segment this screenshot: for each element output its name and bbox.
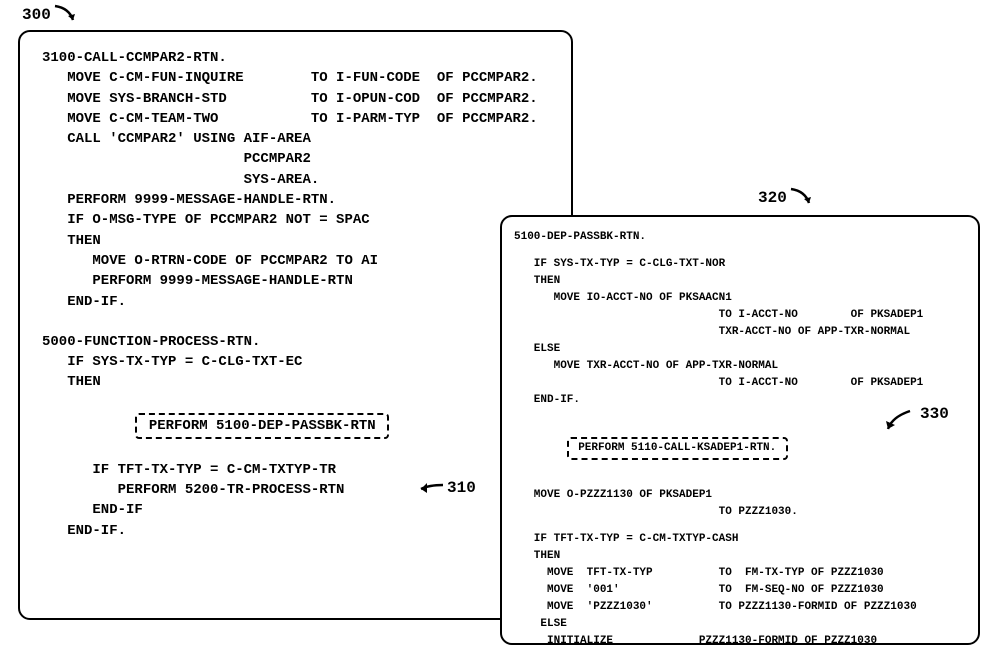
code-line: IF SYS-TX-TYP = C-CLG-TXT-NOR	[514, 256, 968, 273]
code-line: PERFORM 5200-TR-PROCESS-RTN	[42, 480, 561, 500]
highlight-5100-dep-passbk: PERFORM 5100-DEP-PASSBK-RTN	[135, 413, 389, 439]
arrow-icon	[787, 185, 819, 211]
diagram-stage: 300 320 3100-CALL-CCMPAR2-RTN. MOVE C-CM…	[0, 0, 1000, 655]
blank-line	[42, 312, 561, 322]
code-line: THEN	[514, 548, 968, 565]
code-panel-left: 3100-CALL-CCMPAR2-RTN. MOVE C-CM-FUN-INQ…	[18, 30, 573, 620]
code-line: 5100-DEP-PASSBK-RTN.	[514, 229, 968, 246]
code-line: MOVE C-CM-TEAM-TWO TO I-PARM-TYP OF PCCM…	[42, 109, 561, 129]
code-line: MOVE SYS-BRANCH-STD TO I-OPUN-COD OF PCC…	[42, 89, 561, 109]
code-line: 3100-CALL-CCMPAR2-RTN.	[42, 48, 561, 68]
code-line: MOVE TXR-ACCT-NO OF APP-TXR-NORMAL	[514, 358, 968, 375]
callout-300-label: 300	[22, 6, 51, 24]
code-line: PCCMPAR2	[42, 149, 561, 169]
code-line: END-IF.	[42, 521, 561, 541]
code-line: MOVE C-CM-FUN-INQUIRE TO I-FUN-CODE OF P…	[42, 68, 561, 88]
highlight-5110-call-ksadep1: PERFORM 5110-CALL-KSADEP1-RTN.	[567, 437, 788, 460]
code-line: END-IF	[42, 500, 561, 520]
code-line: TO I-ACCT-NO OF PKSADEP1	[514, 375, 968, 392]
code-line: SYS-AREA.	[42, 170, 561, 190]
code-line: ELSE	[514, 616, 968, 633]
callout-320: 320	[758, 185, 819, 211]
code-line: PERFORM 9999-MESSAGE-HANDLE-RTN	[42, 271, 561, 291]
code-line: TO I-ACCT-NO OF PKSADEP1	[514, 307, 968, 324]
code-line: CALL 'CCMPAR2' USING AIF-AREA	[42, 129, 561, 149]
code-line: 5000-FUNCTION-PROCESS-RTN.	[42, 332, 561, 352]
code-line: IF O-MSG-TYPE OF PCCMPAR2 NOT = SPAC	[42, 210, 561, 230]
callout-300: 300	[22, 2, 83, 28]
code-line: TXR-ACCT-NO OF APP-TXR-NORMAL	[514, 324, 968, 341]
callout-310: 310	[413, 477, 476, 499]
blank-line	[514, 521, 968, 531]
code-line: MOVE O-RTRN-CODE OF PCCMPAR2 TO AI	[42, 251, 561, 271]
arrow-icon	[413, 477, 447, 499]
code-line: IF SYS-TX-TYP = C-CLG-TXT-EC	[42, 352, 561, 372]
code-line: IF TFT-TX-TYP = C-CM-TXTYP-TR	[42, 460, 561, 480]
code-line: PERFORM 9999-MESSAGE-HANDLE-RTN.	[42, 190, 561, 210]
code-line: INITIALIZE PZZZ1130-FORMID OF PZZZ1030	[514, 633, 968, 645]
code-line: MOVE 'PZZZ1030' TO PZZZ1130-FORMID OF PZ…	[514, 599, 968, 616]
blank-line	[514, 246, 968, 256]
code-line: ELSE	[514, 341, 968, 358]
callout-320-label: 320	[758, 189, 787, 207]
code-line: THEN	[42, 372, 561, 392]
arrow-icon	[51, 2, 83, 28]
code-line: IF TFT-TX-TYP = C-CM-TXTYP-CASH	[514, 531, 968, 548]
code-line: MOVE IO-ACCT-NO OF PKSAACN1	[514, 290, 968, 307]
code-line: THEN	[42, 231, 561, 251]
code-line: THEN	[514, 273, 968, 290]
code-line: END-IF.	[42, 292, 561, 312]
code-line-highlight-wrapper: PERFORM 5100-DEP-PASSBK-RTN	[42, 393, 561, 460]
callout-330: 330	[880, 407, 949, 437]
code-line: MOVE O-PZZZ1130 OF PKSADEP1	[514, 487, 968, 504]
callout-330-label: 330	[920, 405, 949, 423]
callout-310-label: 310	[447, 479, 476, 497]
arrow-icon	[880, 407, 920, 437]
code-line: TO PZZZ1030.	[514, 504, 968, 521]
code-line: MOVE TFT-TX-TYP TO FM-TX-TYP OF PZZZ1030	[514, 565, 968, 582]
blank-line	[42, 322, 561, 332]
blank-line	[514, 477, 968, 487]
code-line: MOVE '001' TO FM-SEQ-NO OF PZZZ1030	[514, 582, 968, 599]
